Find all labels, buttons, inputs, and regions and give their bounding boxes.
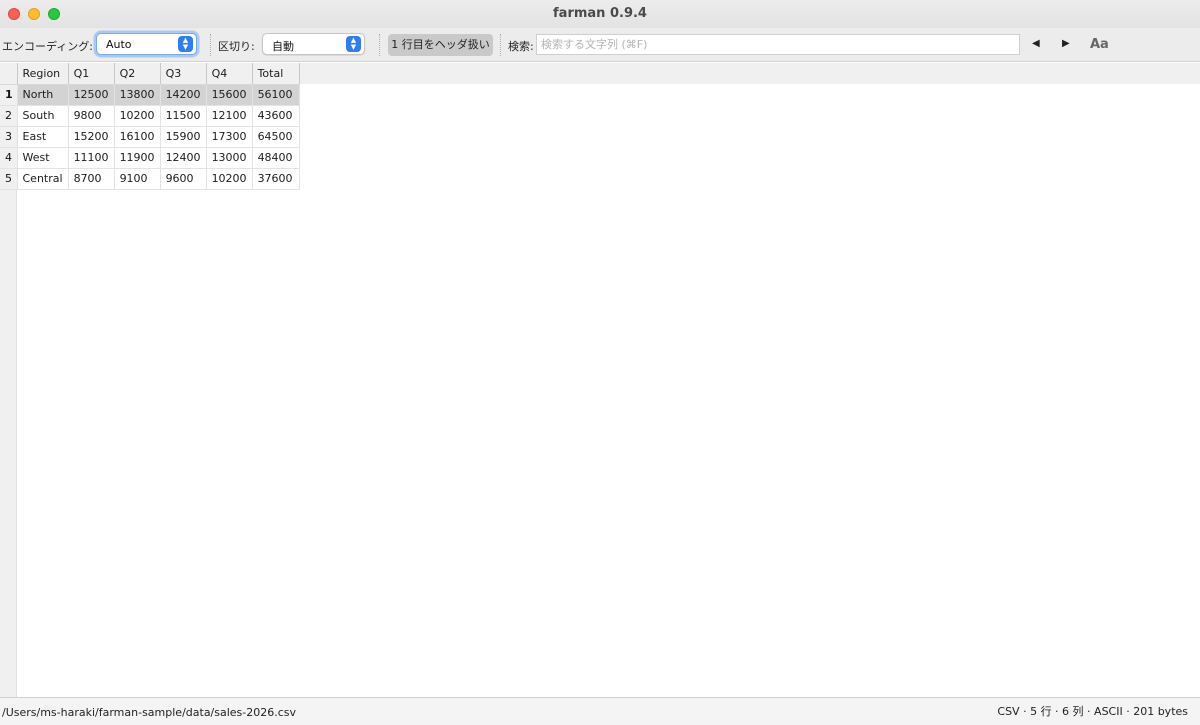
table-cell[interactable]: 13000 [206,147,253,169]
table-cell[interactable]: 10200 [206,168,253,190]
column-header[interactable]: Q2 [114,63,161,85]
chevron-updown-icon: ▲ ▼ [178,36,193,52]
table-cell[interactable]: 15900 [160,126,207,148]
title-bar[interactable]: farman 0.9.4 [0,0,1200,28]
table-cell[interactable]: 8700 [68,168,115,190]
table-cell[interactable]: West [17,147,69,169]
file-path: /Users/ms-haraki/farman-sample/data/sale… [2,706,297,719]
file-info: CSV · 5 行 · 6 列 · ASCII · 201 bytes [997,705,1188,718]
case-sensitive-toggle[interactable]: Aa [1090,37,1109,52]
table-cell[interactable]: 11900 [114,147,161,169]
column-header[interactable]: Q3 [160,63,207,85]
table-cell[interactable]: 12100 [206,105,253,127]
toolbar-separator [500,34,501,56]
search-next-button[interactable]: ▶ [1062,38,1070,49]
column-header[interactable]: Region [17,63,69,85]
table-header-row: Region Q1 Q2 Q3 Q4 Total [0,63,300,85]
table-row[interactable]: 1 North 12500 13800 14200 15600 56100 [0,84,300,106]
row-number[interactable]: 1 [0,84,18,106]
app-window: farman 0.9.4 エンコーディング: Auto ▲ ▼ 区切り: 自動 ▲… [0,0,1200,725]
table-cell[interactable]: 12400 [160,147,207,169]
data-table: Region Q1 Q2 Q3 Q4 Total 1 North 12500 1… [0,63,300,190]
table-cell[interactable]: 11500 [160,105,207,127]
table-cell[interactable]: 15600 [206,84,253,106]
column-header[interactable]: Q1 [68,63,115,85]
table-cell[interactable]: 64500 [252,126,300,148]
row-number[interactable]: 3 [0,126,18,148]
chevron-updown-icon: ▲ ▼ [346,36,361,52]
table-cell[interactable]: 14200 [160,84,207,106]
delimiter-select[interactable]: 自動 ▲ ▼ [262,33,365,55]
toolbar: エンコーディング: Auto ▲ ▼ 区切り: 自動 ▲ ▼ 1 行目をヘッダ扱い … [0,28,1200,62]
delimiter-value: 自動 [272,40,294,53]
table-cell[interactable]: 9600 [160,168,207,190]
table-cell[interactable]: 48400 [252,147,300,169]
table-row[interactable]: 5 Central 8700 9100 9600 10200 37600 [0,168,300,190]
search-label: 検索: [508,40,534,53]
table-cell[interactable]: 9100 [114,168,161,190]
toolbar-separator [379,34,380,56]
corner-cell[interactable] [0,63,18,85]
column-header[interactable]: Total [252,63,300,85]
table-cell[interactable]: 16100 [114,126,161,148]
table-row[interactable]: 3 East 15200 16100 15900 17300 64500 [0,126,300,148]
row-number[interactable]: 2 [0,105,18,127]
table-cell[interactable]: 17300 [206,126,253,148]
table-cell[interactable]: 11100 [68,147,115,169]
column-header[interactable]: Q4 [206,63,253,85]
table-cell[interactable]: 56100 [252,84,300,106]
window-title: farman 0.9.4 [553,6,647,21]
table-cell[interactable]: 43600 [252,105,300,127]
table-cell[interactable]: North [17,84,69,106]
status-bar: /Users/ms-haraki/farman-sample/data/sale… [0,697,1200,725]
table-cell[interactable]: 9800 [68,105,115,127]
header-row-toggle-button[interactable]: 1 行目をヘッダ扱い [388,34,493,56]
table-cell[interactable]: East [17,126,69,148]
table-row[interactable]: 2 South 9800 10200 11500 12100 43600 [0,105,300,127]
delimiter-label: 区切り: [218,40,255,53]
table-cell[interactable]: 37600 [252,168,300,190]
table-row[interactable]: 4 West 11100 11900 12400 13000 48400 [0,147,300,169]
table-cell[interactable]: 12500 [68,84,115,106]
search-prev-button[interactable]: ◀ [1032,38,1040,49]
search-input[interactable] [536,34,1020,55]
encoding-value: Auto [106,38,132,51]
table-cell[interactable]: 10200 [114,105,161,127]
toolbar-separator [210,34,211,56]
encoding-select[interactable]: Auto ▲ ▼ [96,33,197,55]
table-cell[interactable]: 15200 [68,126,115,148]
encoding-label: エンコーディング: [2,40,93,53]
row-number[interactable]: 4 [0,147,18,169]
table-cell[interactable]: Central [17,168,69,190]
row-number[interactable]: 5 [0,168,18,190]
table-cell[interactable]: 13800 [114,84,161,106]
table-cell[interactable]: South [17,105,69,127]
